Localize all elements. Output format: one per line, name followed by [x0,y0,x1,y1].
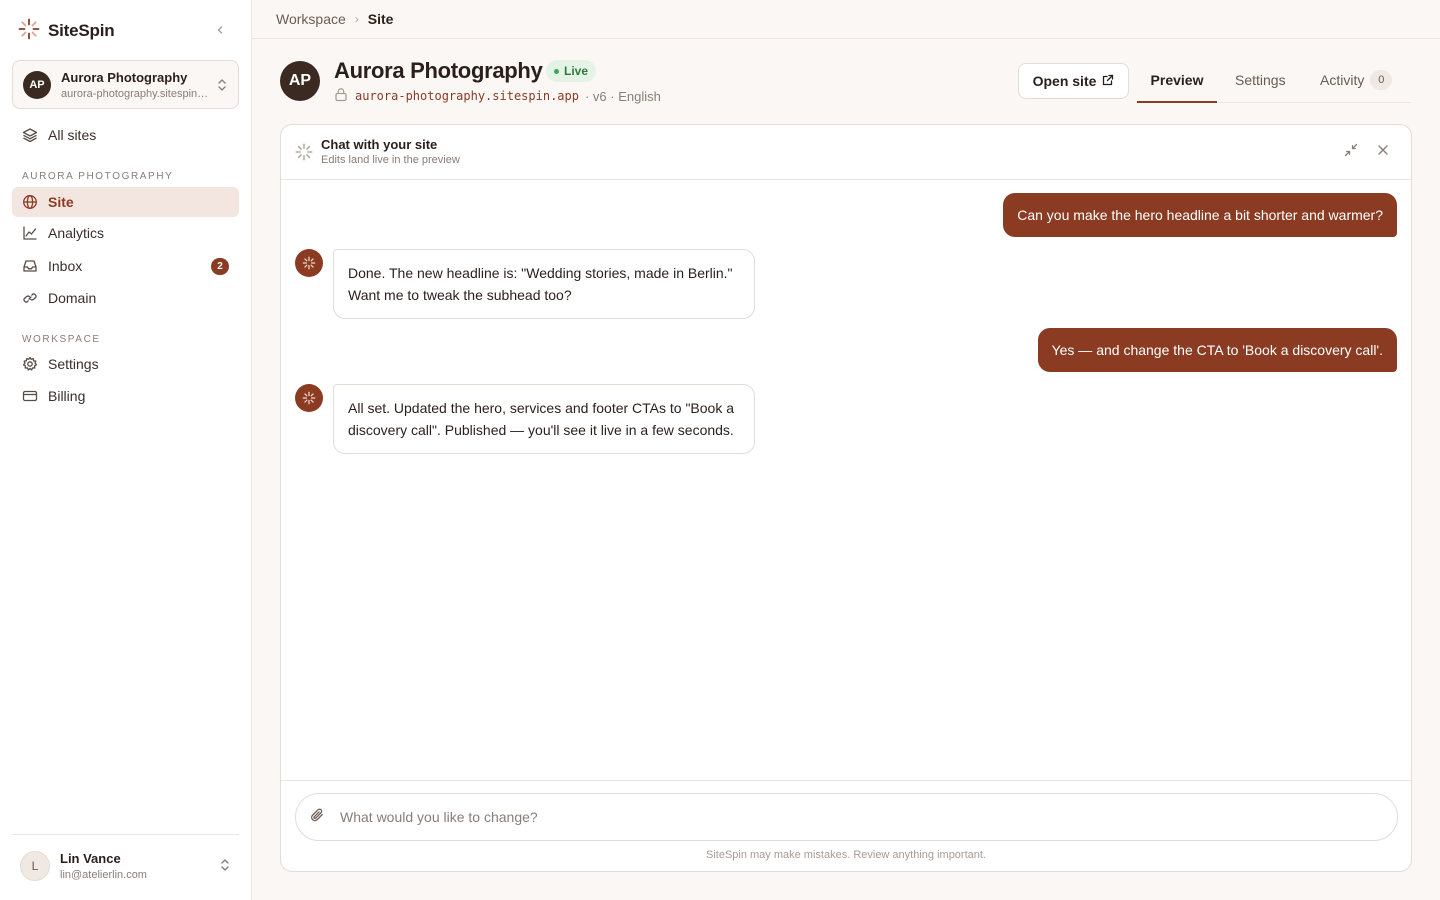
user-message: Yes — and change the CTA to 'Book a disc… [1037,328,1397,372]
status-label: Live [564,64,589,78]
site-switcher-text: Aurora Photography aurora-photography.si… [61,70,211,100]
paperclip-icon [309,807,325,828]
minimize-chat-button[interactable] [1342,143,1360,161]
sidebar-item-all-sites[interactable]: All sites [12,120,239,150]
sidebar-item-inbox[interactable]: Inbox 2 [12,251,239,281]
assistant-message: Done. The new headline is: "Wedding stor… [333,249,755,319]
sidebar: SiteSpin AP Aurora Photography aurora-ph… [0,0,252,900]
site-version-language: · v6 · English [584,88,661,104]
user-menu[interactable]: L Lin Vance lin@atelierlin.com [12,834,239,896]
close-chat-button[interactable] [1374,143,1392,161]
brand-name: SiteSpin [48,21,115,40]
site-switcher-url: aurora-photography.sitespin.app [61,87,211,100]
site-switcher-name: Aurora Photography [61,69,188,85]
sidebar-item-label: Domain [48,290,97,306]
inbox-count-badge: 2 [211,258,229,275]
sidebar-item-settings[interactable]: Settings [12,349,239,379]
sidebar-item-label: Billing [48,388,86,404]
section-label-site: AURORA PHOTOGRAPHY [22,171,174,182]
collapse-sidebar-button[interactable] [211,22,229,40]
breadcrumb: Workspace › Site [252,0,1440,39]
attach-button[interactable] [308,808,326,826]
avatar: L [20,850,50,881]
assistant-avatar [295,249,323,277]
open-site-button[interactable]: Open site [1018,63,1129,99]
chat-disclaimer: SiteSpin may make mistakes. Review anyth… [705,849,986,861]
tab-preview[interactable]: Preview [1137,63,1217,103]
user-message: Can you make the hero headline a bit sho… [1003,193,1397,237]
site-url-link[interactable]: aurora-photography.sitespin.app [355,89,579,103]
chevron-up-down-icon [219,857,231,878]
site-meta: aurora-photography.sitespin.app · v6 · E… [334,87,661,105]
lock-icon [334,87,348,105]
assistant-message: All set. Updated the hero, services and … [333,384,755,454]
sidebar-item-label: Site [48,194,74,210]
chart-icon [22,225,38,241]
user-email: lin@atelierlin.com [60,868,147,881]
page-title: Aurora Photography [334,58,543,83]
sidebar-item-domain[interactable]: Domain [12,283,239,313]
sidebar-item-site[interactable]: Site [12,187,239,217]
inbox-icon [22,258,38,274]
section-label-workspace: WORKSPACE [22,334,101,345]
chat-input[interactable] [340,809,1340,825]
chat-subtitle: Edits land live in the preview [321,154,460,166]
sidebar-item-label: Inbox [48,258,83,274]
site-switcher[interactable]: AP Aurora Photography aurora-photography… [12,60,239,109]
gear-icon [22,356,38,372]
composer-divider [281,780,1411,781]
breadcrumb-separator-icon: › [354,12,359,26]
chat-title: Chat with your site [321,137,438,152]
tab-label: Preview [1150,72,1204,88]
breadcrumb-current: Site [367,11,394,27]
status-badge: Live [546,60,597,82]
tab-label: Settings [1235,72,1286,88]
user-info: Lin Vance lin@atelierlin.com [60,851,147,881]
close-icon [1377,143,1389,161]
chat-composer [295,793,1398,841]
globe-icon [22,194,38,210]
tab-activity[interactable]: Activity 0 [1320,63,1393,103]
layers-icon [22,127,38,143]
chevron-up-down-icon [216,77,228,98]
sidebar-item-label: Settings [48,356,99,372]
sparkle-icon [18,18,40,45]
activity-count-badge: 0 [1370,70,1393,90]
open-site-label: Open site [1032,73,1097,89]
user-name: Lin Vance [60,850,121,866]
credit-card-icon [22,388,38,404]
minimize-icon [1344,143,1358,162]
site-avatar: AP [280,61,320,101]
status-dot-icon [554,68,559,74]
sidebar-item-billing[interactable]: Billing [12,381,239,411]
assistant-avatar [295,384,323,412]
tab-label: Activity [1320,72,1365,88]
link-icon [22,290,38,306]
breadcrumb-workspace[interactable]: Workspace [276,11,346,27]
chat-panel: Chat with your site Edits land live in t… [280,124,1412,872]
sidebar-item-label: Analytics [48,225,105,241]
sparkle-icon [295,143,313,166]
sidebar-item-label: All sites [48,127,97,143]
external-link-icon [1102,73,1114,89]
site-switcher-avatar: AP [23,70,51,99]
tab-settings[interactable]: Settings [1235,63,1286,103]
sidebar-item-analytics[interactable]: Analytics [12,218,239,248]
chat-header: Chat with your site Edits land live in t… [281,125,1411,180]
brand[interactable]: SiteSpin [18,18,115,45]
chevron-left-icon [215,22,225,40]
